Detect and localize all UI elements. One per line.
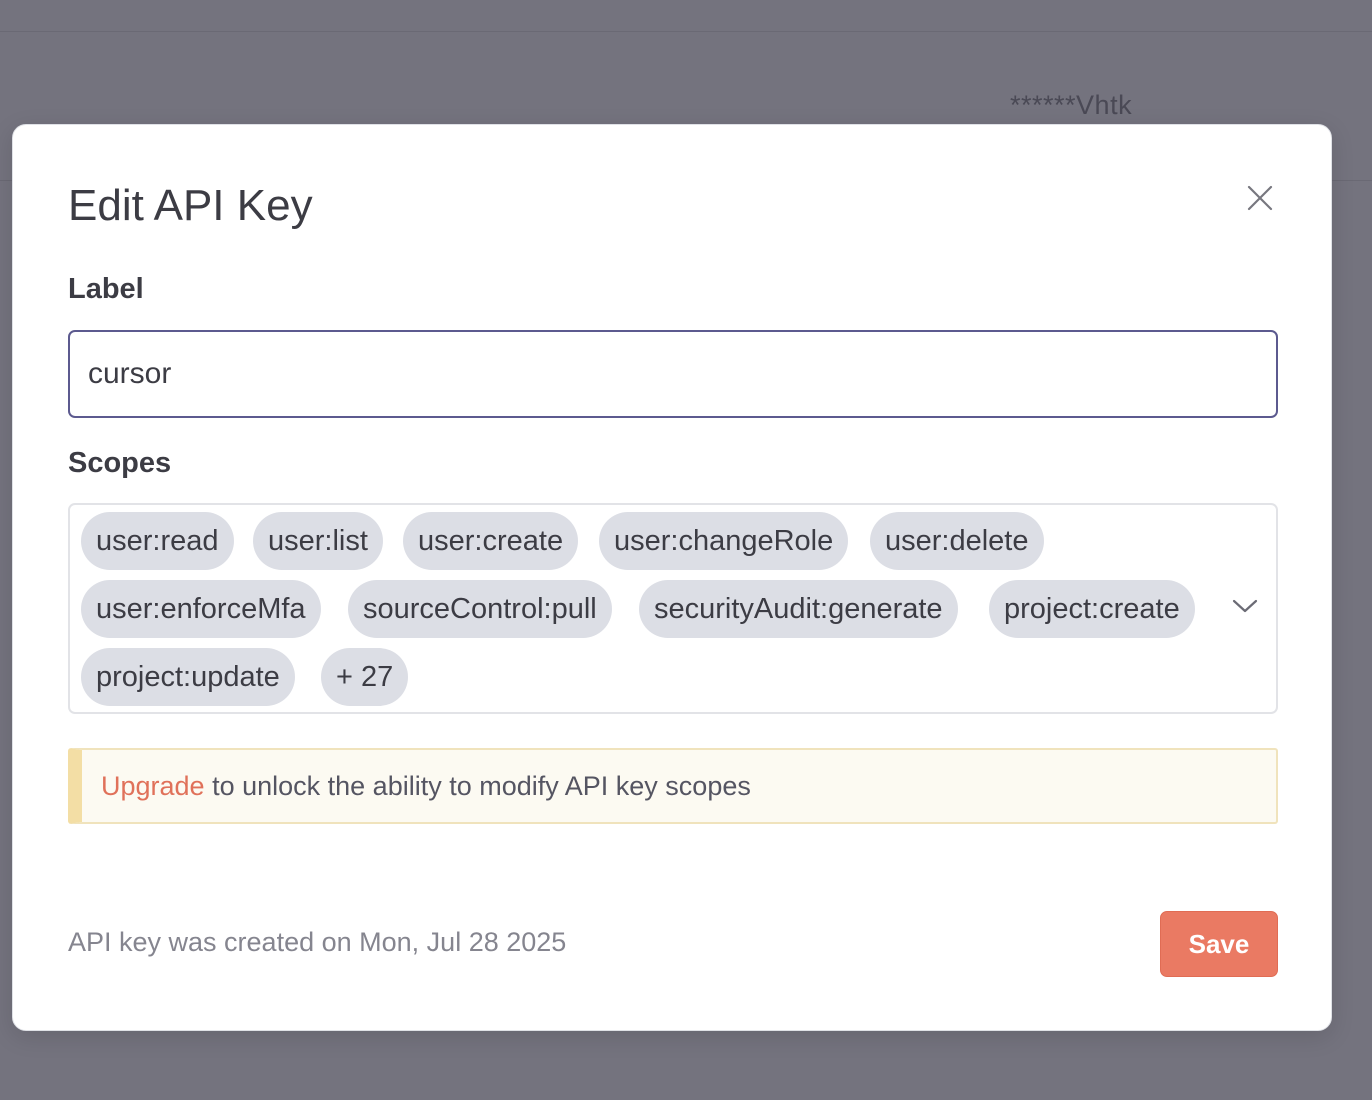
- scope-chip: user:create: [403, 512, 579, 570]
- scopes-field-label: Scopes: [68, 447, 172, 479]
- chevron-down-icon[interactable]: [1232, 597, 1258, 615]
- upgrade-notice: Upgrade to unlock the ability to modify …: [68, 748, 1278, 824]
- scope-chip: sourceControl:pull: [348, 580, 612, 638]
- background-masked-api-key: ******Vhtk: [1010, 90, 1133, 120]
- scope-chip: user:list: [253, 512, 383, 570]
- save-button[interactable]: Save: [1160, 911, 1278, 977]
- scope-chip: user:read: [81, 512, 234, 570]
- scopes-select[interactable]: user:read user:list user:create user:cha…: [68, 503, 1278, 714]
- background-divider-top: [0, 31, 1372, 32]
- upgrade-notice-text: to unlock the ability to modify API key …: [204, 771, 751, 801]
- edit-api-key-modal: Edit API Key Label Scopes user:read user…: [12, 124, 1332, 1031]
- scope-chip: project:update: [81, 648, 295, 706]
- scope-chip: user:enforceMfa: [81, 580, 321, 638]
- scope-chip: user:changeRole: [599, 512, 849, 570]
- scope-chip: project:create: [989, 580, 1195, 638]
- label-input[interactable]: [68, 330, 1278, 418]
- close-icon: [1247, 185, 1273, 211]
- label-field-label: Label: [68, 273, 144, 305]
- scope-chip: securityAudit:generate: [639, 580, 958, 638]
- modal-title: Edit API Key: [68, 181, 313, 230]
- upgrade-link[interactable]: Upgrade: [101, 771, 205, 801]
- created-date-text: API key was created on Mon, Jul 28 2025: [68, 927, 567, 957]
- close-button[interactable]: [1243, 181, 1277, 215]
- scope-chip: user:delete: [870, 512, 1044, 570]
- more-scopes-chip[interactable]: + 27: [321, 648, 409, 706]
